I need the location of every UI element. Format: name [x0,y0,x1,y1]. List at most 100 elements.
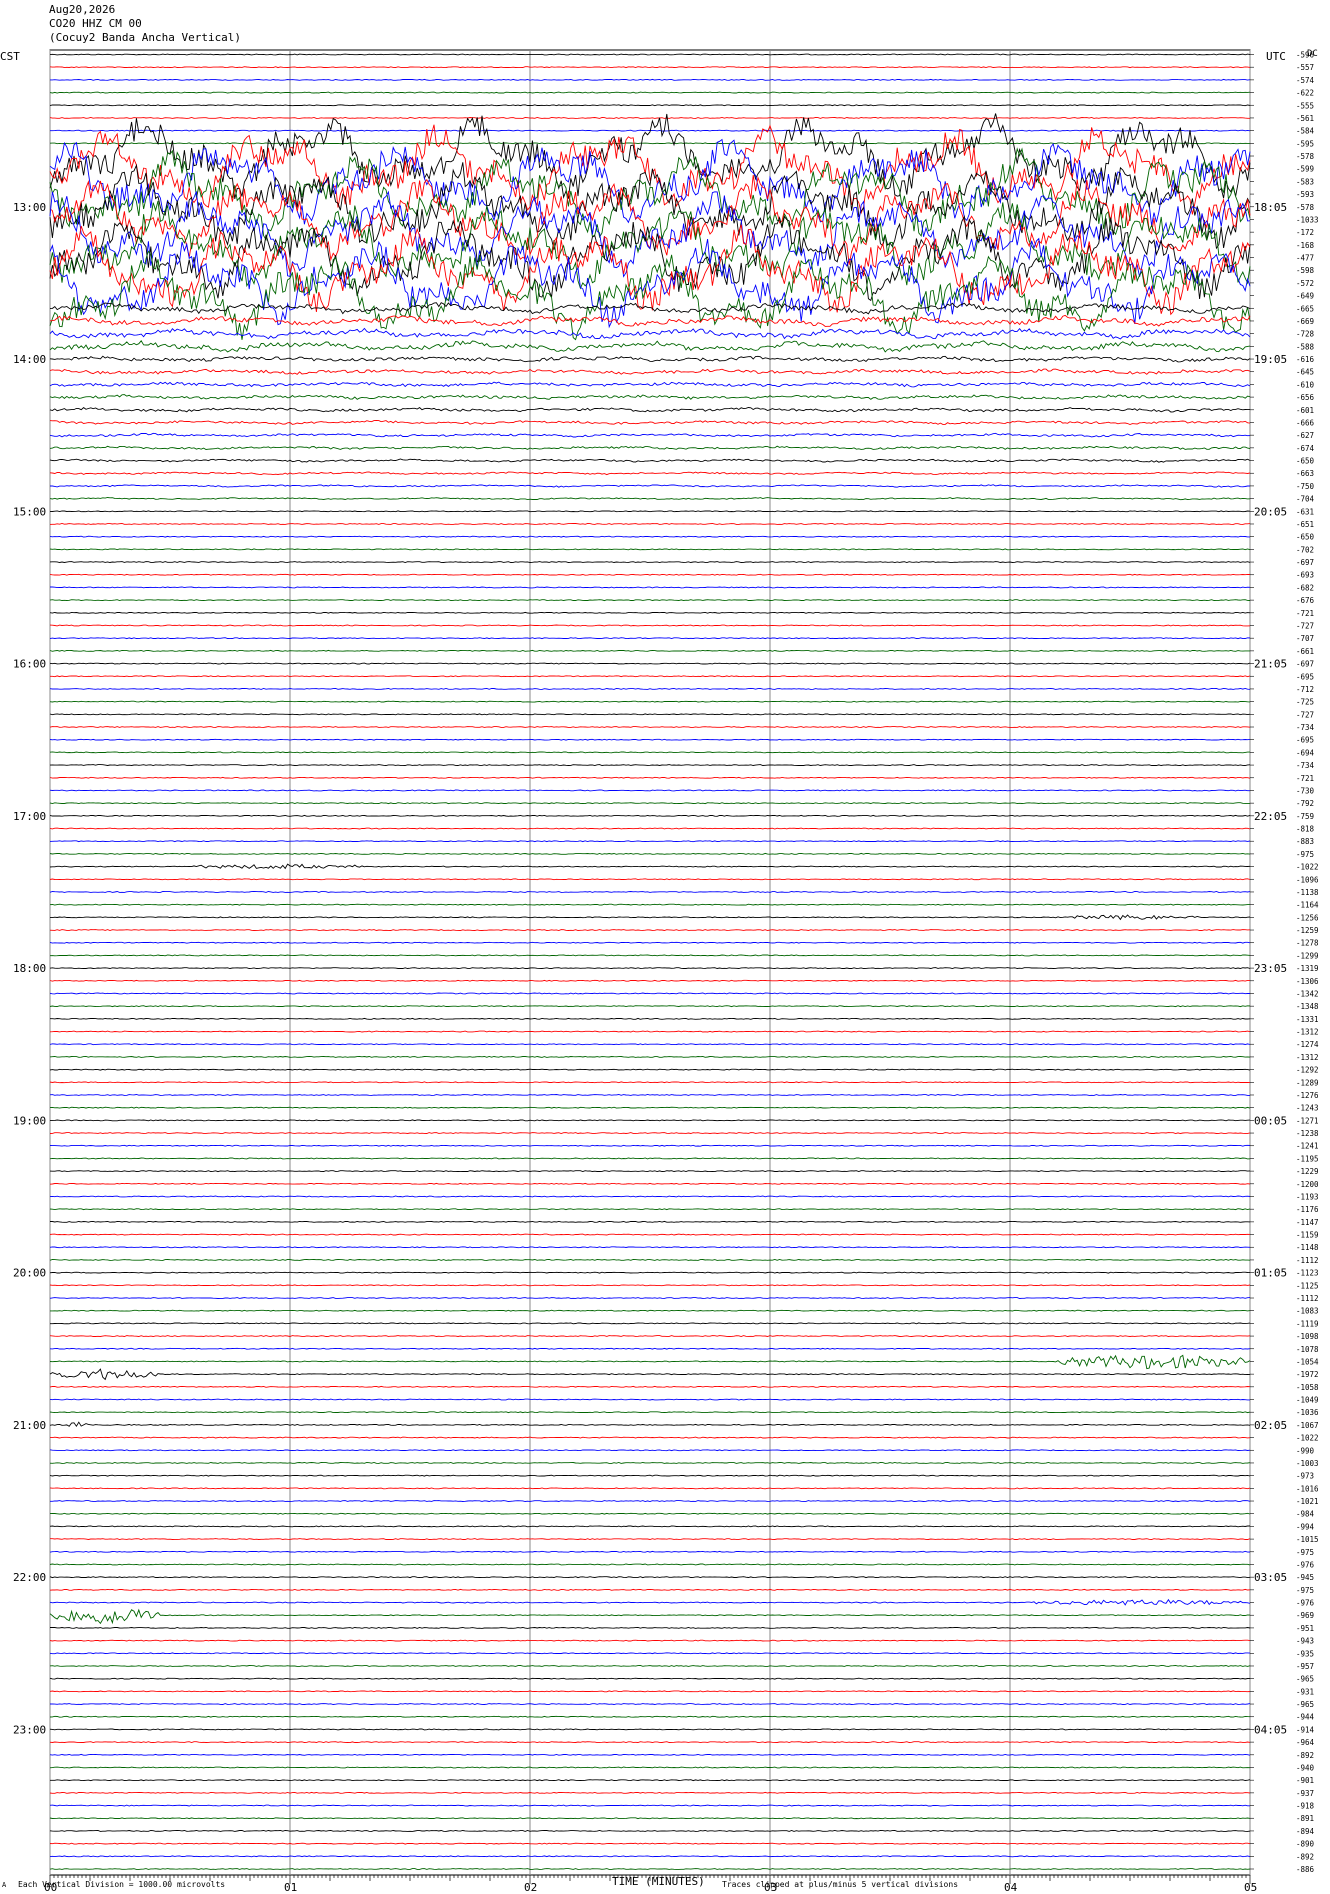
dc-offset-label: -943 [1296,1637,1314,1646]
dc-offset-label: -1159 [1296,1231,1319,1240]
trace-44 [49,611,1251,614]
trace-136 [50,1779,1251,1782]
trace-9 [49,124,1251,215]
dc-offset-label: -1125 [1296,1281,1319,1290]
dc-offset-label: -1033 [1296,215,1319,224]
trace-37 [49,523,1251,525]
x-tick-label: 04 [1004,1881,1018,1894]
right-hour-label: 02:05 [1254,1419,1287,1432]
trace-128 [49,1677,1251,1680]
dc-offset-label: -1096 [1296,875,1319,884]
dc-offset-label: -727 [1296,710,1314,719]
dc-offset-label: -750 [1296,482,1315,491]
trace-3 [49,91,1251,94]
trace-55 [49,751,1250,754]
trace-23 [49,340,1251,353]
dc-offset-label: -1319 [1296,964,1319,973]
left-hour-label: 16:00 [13,658,46,671]
dc-offset-label: -557 [1296,63,1314,72]
trace-70 [49,941,1251,944]
trace-141 [49,1842,1251,1845]
dc-offset-label: -666 [1296,418,1315,427]
trace-117 [50,1538,1251,1540]
left-hour-label: 19:00 [13,1114,46,1127]
right-hour-label: 00:05 [1254,1114,1287,1127]
trace-134 [49,1753,1251,1756]
left-hour-label: 22:00 [13,1571,46,1584]
dc-offset-label: -1348 [1296,1002,1319,1011]
dc-offset-label: -172 [1296,228,1314,237]
trace-25 [49,368,1251,375]
dc-offset-label: -1078 [1296,1345,1319,1354]
trace-51 [49,700,1251,703]
dc-offset-label: -914 [1296,1725,1315,1734]
footer-mark: A [2,1881,7,1889]
trace-103 [49,1354,1251,1370]
trace-91 [49,1208,1251,1211]
trace-19 [49,250,1251,341]
dc-offset-label: -818 [1296,825,1315,834]
trace-22 [49,327,1251,340]
trace-34 [50,484,1250,488]
dc-offset-label: -555 [1296,101,1314,110]
trace-87 [49,1157,1251,1160]
dc-offset-label: -1049 [1296,1396,1319,1405]
dc-offset-label: -702 [1296,545,1314,554]
dc-offset-label: -572 [1296,279,1314,288]
trace-129 [49,1690,1251,1693]
right-hour-label: 22:05 [1254,810,1287,823]
trace-109 [50,1436,1251,1439]
trace-138 [49,1804,1250,1807]
dc-offset-label: -1119 [1296,1319,1319,1328]
trace-57 [49,776,1251,779]
trace-56 [49,764,1251,766]
trace-96 [49,1271,1251,1274]
trace-47 [49,649,1250,652]
trace-24 [49,355,1251,363]
dc-offset-label: -695 [1296,736,1314,745]
dc-offset-label: -1229 [1296,1167,1319,1176]
dc-offset-label: -721 [1296,609,1314,618]
trace-120 [49,1576,1251,1579]
trace-26 [49,381,1251,388]
trace-66 [49,891,1251,893]
dc-offset-label: -1021 [1296,1497,1319,1506]
dc-offset-label: -584 [1296,127,1315,136]
trace-123 [49,1608,1251,1625]
trace-98 [49,1297,1251,1299]
dc-offset-label: -561 [1296,114,1314,123]
trace-135 [49,1766,1251,1769]
dc-offset-label: -168 [1296,241,1315,250]
trace-31 [49,445,1251,450]
trace-65 [49,878,1251,881]
trace-58 [49,789,1250,792]
trace-46 [49,637,1251,640]
trace-132 [49,1728,1251,1731]
trace-21 [49,314,1251,327]
trace-1 [49,66,1251,69]
dc-offset-label: -588 [1296,342,1315,351]
trace-83 [49,1106,1251,1109]
trace-67 [49,903,1250,906]
left-hour-label: 21:00 [13,1419,46,1432]
dc-offset-label: -596 [1296,51,1315,60]
trace-16 [49,215,1251,302]
dc-offset-label: -891 [1296,1814,1314,1823]
trace-39 [49,548,1251,551]
trace-30 [49,432,1251,438]
dc-offset-label: -661 [1296,647,1314,656]
trace-20 [49,302,1251,315]
dc-offset-label: -610 [1296,380,1315,389]
dc-offset-label: -1342 [1296,989,1319,998]
trace-38 [49,535,1250,538]
dc-offset-label: -650 [1296,457,1315,466]
dc-offset-label: -957 [1296,1662,1314,1671]
dc-offset-label: -595 [1296,139,1314,148]
trace-62 [49,840,1251,843]
dc-offset-label: -1299 [1296,951,1319,960]
dc-offset-label: -883 [1296,837,1314,846]
trace-15 [49,200,1251,290]
x-tick-label: 05 [1244,1881,1257,1894]
dc-offset-label: -1054 [1296,1357,1319,1366]
dc-offset-label: -1098 [1296,1332,1319,1341]
